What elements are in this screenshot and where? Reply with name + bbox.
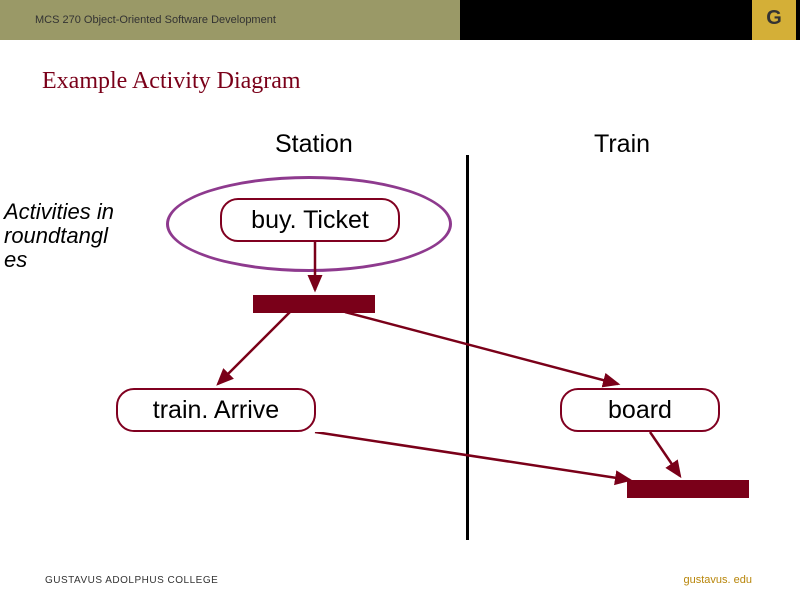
logo-letter: G xyxy=(766,7,782,30)
activity-train-arrive: train. Arrive xyxy=(116,388,316,432)
activity-board-label: board xyxy=(608,396,672,425)
arrow-bar-to-arrive xyxy=(210,312,300,392)
course-title: MCS 270 Object-Oriented Software Develop… xyxy=(35,14,276,26)
header-course-strip: MCS 270 Object-Oriented Software Develop… xyxy=(0,0,460,40)
footer-college-name: GUSTAVUS ADOLPHUS COLLEGE xyxy=(45,575,218,586)
activity-board: board xyxy=(560,388,720,432)
sync-bar-top xyxy=(253,295,375,313)
activity-buy-ticket: buy. Ticket xyxy=(220,198,400,242)
activity-arrive-label: train. Arrive xyxy=(153,396,279,425)
activity-buy-label: buy. Ticket xyxy=(251,206,369,235)
swimlane-label-station: Station xyxy=(275,130,353,159)
swimlane-divider xyxy=(466,155,469,540)
arrow-bar-to-board xyxy=(340,312,630,392)
page-title: Example Activity Diagram xyxy=(42,68,301,95)
footer-url: gustavus. edu xyxy=(684,574,753,586)
arrow-board-to-bottombar xyxy=(640,432,700,484)
annotation-roundtangles: Activities in roundtangl es xyxy=(4,200,114,273)
college-logo: G xyxy=(752,0,796,40)
sync-bar-bottom xyxy=(627,480,749,498)
swimlane-label-train: Train xyxy=(594,130,650,159)
arrow-arrive-to-bottombar xyxy=(310,432,640,488)
header-bar: MCS 270 Object-Oriented Software Develop… xyxy=(0,0,800,40)
